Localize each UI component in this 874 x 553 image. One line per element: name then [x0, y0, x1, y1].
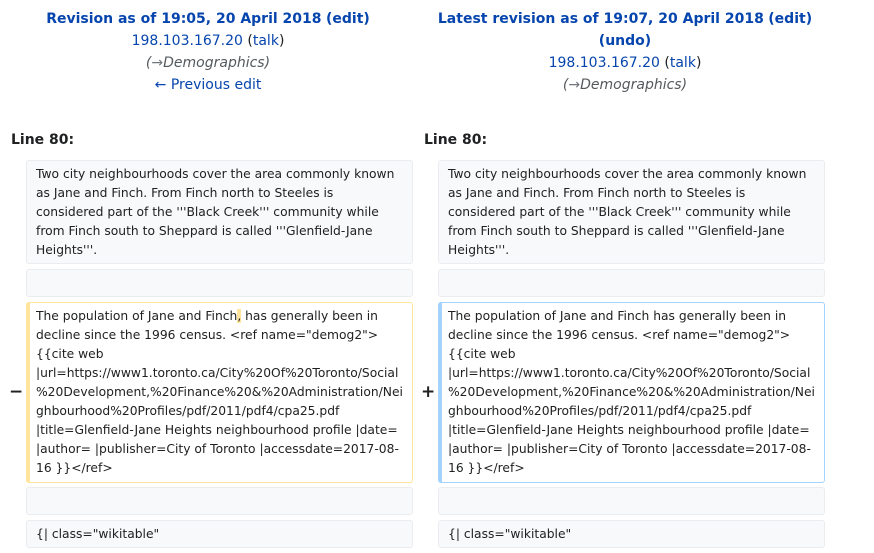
- left-edit-link[interactable]: edit: [332, 11, 363, 27]
- right-revision-title-link[interactable]: Latest revision as of 19:07, 20 April 20…: [438, 11, 764, 27]
- right-context-line-2: {| class="wikitable": [438, 520, 825, 548]
- right-section-name: Demographics: [580, 77, 682, 93]
- deleted-line: The population of Jane and Finch, has ge…: [26, 302, 413, 483]
- left-revision-header: Revision as of 19:05, 20 April 2018 (edi…: [0, 8, 416, 96]
- right-talk-link[interactable]: talk: [670, 55, 696, 71]
- left-revision-title-link[interactable]: Revision as of 19:05, 20 April 2018: [46, 11, 321, 27]
- right-edit-summary: (→Demographics): [562, 77, 688, 93]
- added-line-marker: +: [421, 382, 436, 402]
- right-edit-link[interactable]: edit: [775, 11, 806, 27]
- right-empty-line: [438, 269, 825, 297]
- right-section-arrow-link[interactable]: →: [568, 77, 580, 93]
- right-context-line: Two city neighbourhoods cover the area c…: [438, 160, 825, 264]
- right-empty-line-2: [438, 487, 825, 515]
- right-user-link[interactable]: 198.103.167.20: [549, 55, 660, 71]
- left-empty-line-2: [26, 487, 413, 515]
- added-line: The population of Jane and Finch has gen…: [438, 302, 825, 483]
- deleted-line-marker: −: [9, 382, 24, 402]
- undo-link[interactable]: undo: [605, 33, 645, 49]
- left-edit-summary: (→Demographics): [145, 55, 271, 71]
- deleted-text-end: has generally been in decline since the …: [36, 309, 403, 475]
- left-user-link[interactable]: 198.103.167.20: [132, 33, 243, 49]
- left-context-line-2: {| class="wikitable": [26, 520, 413, 548]
- left-section-arrow-link[interactable]: →: [151, 55, 163, 71]
- left-context-line: Two city neighbourhoods cover the area c…: [26, 160, 413, 264]
- left-empty-line: [26, 269, 413, 297]
- right-line-number: Line 80:: [424, 132, 488, 148]
- deleted-text-start: The population of Jane and Finch: [36, 309, 238, 323]
- left-talk-link[interactable]: talk: [253, 33, 279, 49]
- right-revision-header: Latest revision as of 19:07, 20 April 20…: [414, 8, 836, 96]
- previous-edit-link[interactable]: ← Previous edit: [155, 77, 262, 93]
- left-line-number: Line 80:: [11, 132, 75, 148]
- left-section-name: Demographics: [163, 55, 265, 71]
